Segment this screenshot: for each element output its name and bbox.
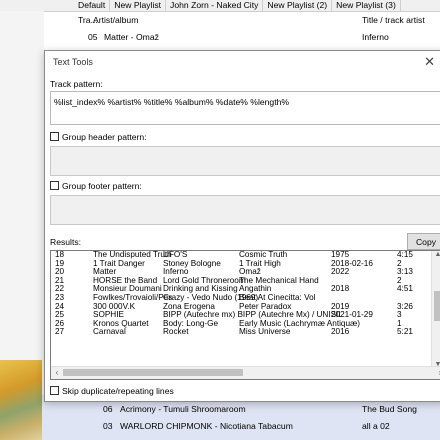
track-album: all a 02 [362,421,390,431]
group-header-checkbox-row[interactable]: Group header pattern: [50,131,147,143]
track-artist-title: WARLORD CHIPMONK - Nicotiana Tabacum [120,421,293,431]
results-cell: Miss Universe [239,327,291,337]
track-album: The Bud Song [362,404,417,414]
results-cell: 2018 [331,284,350,294]
group-footer-checkbox[interactable] [50,181,59,191]
playlist-tab-default[interactable]: Default [74,0,111,11]
playlist-tab-bar: Default New Playlist John Zorn - Naked Cit… [0,0,440,12]
column-header-title[interactable]: Title / track artist [362,12,425,28]
text-tools-dialog: Text Tools ✕ Track pattern: %list_index%… [44,50,440,402]
playlist-tab-naked-city[interactable]: John Zorn - Naked City [166,0,264,11]
dialog-title: Text Tools [53,57,93,67]
results-cell: 27 [55,327,65,337]
group-header-input[interactable] [50,146,440,176]
horizontal-scroll-thumb[interactable] [63,369,243,376]
results-textbox[interactable]: 18 The Undisputed Truth UFO'S Cosmic Truth 1… [50,250,440,380]
track-number: 05 [88,32,98,42]
playlist-row[interactable]: 05 Matter - Omaž Inferno [0,29,440,45]
playlist-left-panel [0,11,44,406]
results-cell: 2022 [331,267,350,277]
skip-duplicates-checkbox-row[interactable]: Skip duplicate/repeating lines [50,385,174,397]
results-cell: Carnaval [93,327,126,337]
results-cell: 5:21 [397,327,413,337]
skip-duplicates-label: Skip duplicate/repeating lines [62,386,174,396]
playlist-column-header: Tra... Artist/album Title / track artist [0,12,440,28]
group-footer-checkbox-row[interactable]: Group footer pattern: [50,180,142,192]
group-footer-input[interactable] [50,195,440,225]
track-pattern-label: Track pattern: [50,79,103,89]
close-icon[interactable]: ✕ [424,51,435,73]
vertical-scroll-thumb[interactable] [434,291,440,321]
scroll-up-icon[interactable]: ▲ [432,251,440,258]
playlist-tab-new-playlist[interactable]: New Playlist [110,0,167,11]
track-pattern-input[interactable]: %list_index% %artist% %title% %album% %d… [50,91,440,125]
skip-duplicates-checkbox[interactable] [50,386,59,396]
track-number: 06 [103,404,113,414]
results-line: 27 Carnaval Rocket Miss Universe 2016 5:21 [51,328,431,337]
playlist-row[interactable]: 03 WARLORD CHIPMONK - Nicotiana Tabacum … [0,418,440,434]
playlist-row[interactable]: 06 Acrimony - Tumuli Shroomaroom The Bud… [0,401,440,417]
scroll-left-icon[interactable]: ‹ [51,367,63,379]
results-label: Results: [50,237,82,247]
group-header-label: Group header pattern: [62,132,147,142]
track-album: Inferno [362,32,389,42]
track-number: 03 [103,421,113,431]
horizontal-scrollbar[interactable]: ‹ › [51,366,440,379]
results-lines: 18 The Undisputed Truth UFO'S Cosmic Truth 1… [51,251,431,368]
results-cell: 4:51 [397,284,413,294]
group-footer-label: Group footer pattern: [62,181,142,191]
playlist-tab-new-playlist-2[interactable]: New Playlist (2) [263,0,333,11]
column-header-artist-album[interactable]: Artist/album [93,12,138,28]
track-artist-title: Acrimony - Tumuli Shroomaroom [120,404,246,414]
results-cell: Rocket [163,327,189,337]
track-artist-title: Matter - Omaž [104,32,159,42]
playlist-tab-new-playlist-3[interactable]: New Playlist (3) [332,0,401,11]
vertical-scrollbar[interactable]: ▲ ▼ [431,251,440,368]
results-cell: 2016 [331,327,350,337]
dialog-titlebar[interactable]: Text Tools ✕ [45,51,440,73]
scroll-right-icon[interactable]: › [434,367,440,379]
group-header-checkbox[interactable] [50,132,59,142]
copy-button[interactable]: Copy [407,233,440,250]
